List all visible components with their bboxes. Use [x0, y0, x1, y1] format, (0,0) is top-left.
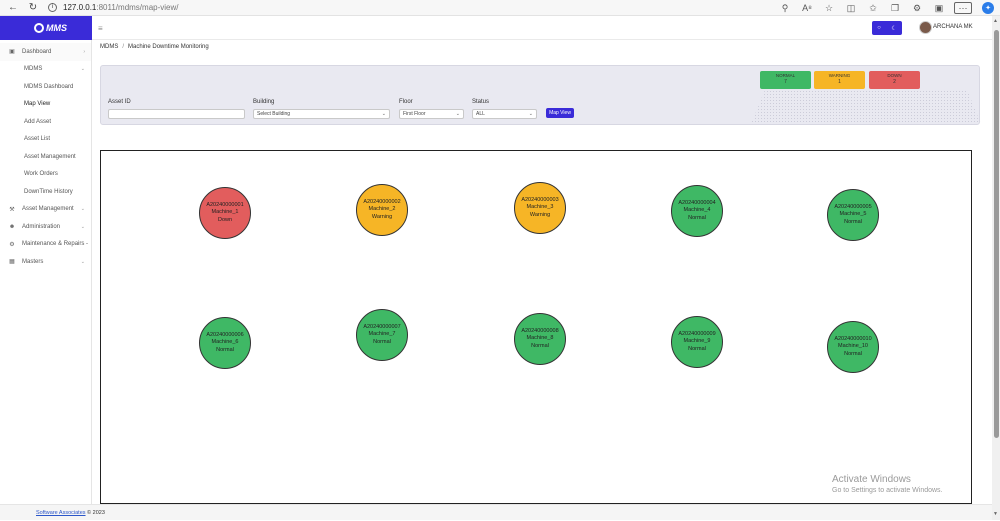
wrench-icon: ⚒ — [9, 206, 15, 213]
status-down-badge: DOWN 2 — [869, 71, 920, 89]
sidebar-item-downtime-history[interactable]: DownTime History — [0, 183, 91, 201]
map-view-button[interactable]: Map View — [546, 108, 574, 118]
user-icon: ☻ — [8, 223, 16, 230]
chevron-down-icon: ⌄ — [528, 111, 533, 117]
sidebar: MMS ▣ Dashboard › MDMS ⌄ MDMS Dashboard Map… — [0, 16, 92, 504]
breadcrumb-current: Machine Downtime Monitoring — [128, 44, 209, 50]
footer-company-link[interactable]: Software Associates — [36, 510, 86, 516]
split-screen-icon[interactable]: ◫ — [840, 0, 862, 16]
status-normal-badge: NORMAL 7 — [760, 71, 811, 89]
machine-node[interactable]: A20240000004 Machine_4 Normal — [671, 185, 723, 237]
page-footer: Software Associates © 2023 — [0, 504, 992, 520]
user-name[interactable]: ARCHANA MK — [933, 24, 973, 30]
zoom-icon[interactable]: ⚲ — [774, 0, 796, 16]
floor-select[interactable]: First Floor ⌄ — [399, 109, 464, 119]
top-header: ≡ ○ ☾ ARCHANA MK — [92, 16, 992, 40]
collections-icon[interactable]: ❐ — [884, 0, 906, 16]
sidebar-item-masters[interactable]: ▦ Masters ⌄ — [0, 253, 91, 271]
browser-essentials-icon[interactable]: ▣ — [928, 0, 950, 16]
more-menu-icon[interactable]: ⋯ — [954, 2, 972, 14]
favorite-star-icon[interactable]: ☆ — [818, 0, 840, 16]
floor-label: Floor — [399, 99, 413, 105]
reload-icon[interactable]: ↻ — [26, 1, 40, 15]
chevron-down-icon: ⌄ — [455, 111, 460, 117]
browser-toolbar: ← ↻ i 127.0.0.1:8011/mdms/map-view/ ⚲ A⁸… — [0, 0, 1000, 16]
sidebar-item-administration[interactable]: ☻ Administration ⌄ — [0, 218, 91, 236]
address-bar[interactable]: i 127.0.0.1:8011/mdms/map-view/ — [48, 1, 768, 15]
sidebar-item-asset-management-sub[interactable]: Asset Management — [0, 148, 91, 166]
sidebar-item-asset-list[interactable]: Asset List — [0, 131, 91, 149]
url-path: :8011/mdms/map-view/ — [96, 3, 179, 12]
gear-icon: ⚙ — [9, 241, 15, 248]
grid-icon: ▦ — [9, 259, 15, 266]
scroll-up-icon[interactable]: ▲ — [993, 18, 998, 24]
machine-node[interactable]: A20240000008 Machine_8 Normal — [514, 313, 566, 365]
scroll-down-icon[interactable]: ▼ — [993, 511, 998, 517]
info-icon[interactable]: i — [48, 3, 57, 12]
machine-node[interactable]: A20240000006 Machine_6 Normal — [199, 317, 251, 369]
sun-icon: ○ — [877, 25, 881, 31]
activate-windows-watermark: Activate Windows Go to Settings to activ… — [832, 474, 943, 494]
machine-node[interactable]: A20240000005 Machine_5 Normal — [827, 189, 879, 241]
sidebar-item-mdms[interactable]: MDMS ⌄ — [0, 61, 91, 79]
world-map-decoration — [751, 90, 981, 124]
filter-panel: NORMAL 7 WARNING 1 DOWN 2 Asset ID Build… — [100, 65, 981, 125]
scrollbar-thumb[interactable] — [993, 30, 999, 438]
chevron-down-icon: ⌄ — [80, 66, 85, 73]
theme-toggle-button[interactable]: ○ ☾ — [872, 21, 902, 35]
sidebar-item-work-orders[interactable]: Work Orders — [0, 166, 91, 184]
machine-node[interactable]: A20240000001 Machine_1 Down — [199, 187, 251, 239]
read-aloud-icon[interactable]: A⁸ — [796, 0, 818, 16]
moon-icon: ☾ — [891, 25, 897, 32]
logo-gear-icon — [34, 23, 44, 33]
sidebar-item-mdms-dashboard[interactable]: MDMS Dashboard — [0, 78, 91, 96]
asset-id-input[interactable] — [108, 109, 245, 119]
app-logo[interactable]: MMS — [0, 16, 92, 40]
dashboard-icon: ▣ — [9, 49, 15, 56]
sidebar-item-add-asset[interactable]: Add Asset — [0, 113, 91, 131]
sidebar-item-dashboard[interactable]: ▣ Dashboard › — [0, 43, 91, 61]
sidebar-item-asset-management[interactable]: ⚒ Asset Management ⌄ — [0, 201, 91, 219]
url-host: 127.0.0.1 — [63, 3, 97, 12]
favorites-icon[interactable]: ✩ — [862, 0, 884, 16]
asset-id-label: Asset ID — [108, 99, 131, 105]
machine-node[interactable]: A20240000009 Machine_9 Normal — [671, 316, 723, 368]
machine-node[interactable]: A20240000010 Machine_10 Normal — [827, 321, 879, 373]
chevron-down-icon: ⌄ — [80, 223, 85, 230]
logo-text: MMS — [46, 23, 67, 33]
status-warning-badge: WARNING 1 — [814, 71, 865, 89]
sidebar-item-maintenance[interactable]: ⚙ Maintenance & Repairs - — [0, 236, 91, 254]
extensions-icon[interactable]: ⚙ — [906, 0, 928, 16]
chevron-down-icon: ⌄ — [381, 111, 386, 117]
chevron-right-icon: › — [83, 48, 85, 55]
status-label: Status — [472, 99, 490, 105]
back-arrow-icon[interactable]: ← — [6, 1, 20, 15]
status-select[interactable]: ALL ⌄ — [472, 109, 537, 119]
chevron-down-icon: ⌄ — [80, 206, 85, 213]
footer-copyright: © 2023 — [85, 510, 105, 516]
breadcrumb: MDMS / Machine Downtime Monitoring — [100, 44, 209, 50]
sidebar-item-map-view[interactable]: Map View — [0, 96, 91, 114]
avatar[interactable] — [919, 21, 932, 34]
chevron-down-icon: ⌄ — [80, 258, 85, 265]
vertical-scrollbar[interactable]: ▲ ▼ — [992, 16, 1000, 520]
breadcrumb-root[interactable]: MDMS — [100, 44, 118, 50]
machine-node[interactable]: A20240000003 Machine_3 Warning — [514, 182, 566, 234]
breadcrumb-separator: / — [122, 44, 125, 50]
building-label: Building — [253, 99, 275, 105]
building-select[interactable]: Select Building ⌄ — [253, 109, 390, 119]
copilot-icon[interactable]: ✦ — [982, 2, 994, 14]
machine-map: A20240000001 Machine_1 Down A20240000002 Ma… — [100, 150, 972, 504]
hamburger-menu-icon[interactable]: ≡ — [98, 24, 103, 33]
machine-node[interactable]: A20240000002 Machine_2 Warning — [356, 184, 408, 236]
machine-node[interactable]: A20240000007 Machine_7 Normal — [356, 309, 408, 361]
